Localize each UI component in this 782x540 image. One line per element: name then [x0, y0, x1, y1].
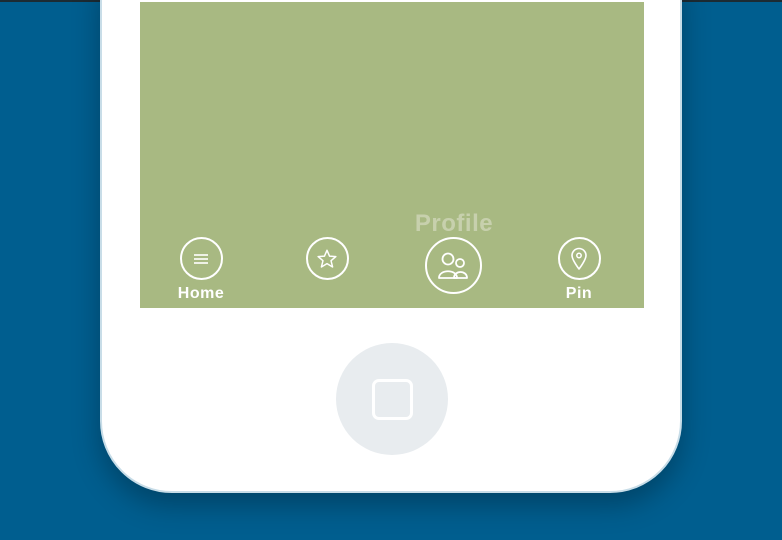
- nav-item-home[interactable]: Home: [161, 237, 241, 303]
- menu-icon: [179, 237, 223, 280]
- nav-item-profile[interactable]: [413, 237, 493, 294]
- star-icon: [305, 237, 349, 280]
- map-pin-icon: [557, 237, 601, 280]
- home-button[interactable]: [336, 343, 448, 455]
- nav-item-pin[interactable]: Pin: [539, 237, 619, 303]
- nav-item-favorites[interactable]: [287, 237, 367, 280]
- nav-label-pin: Pin: [565, 285, 593, 302]
- users-icon: [424, 237, 482, 294]
- active-nav-label: Profile: [414, 210, 494, 237]
- nav-label-home: Home: [177, 285, 225, 302]
- home-button-square-icon: [371, 378, 413, 420]
